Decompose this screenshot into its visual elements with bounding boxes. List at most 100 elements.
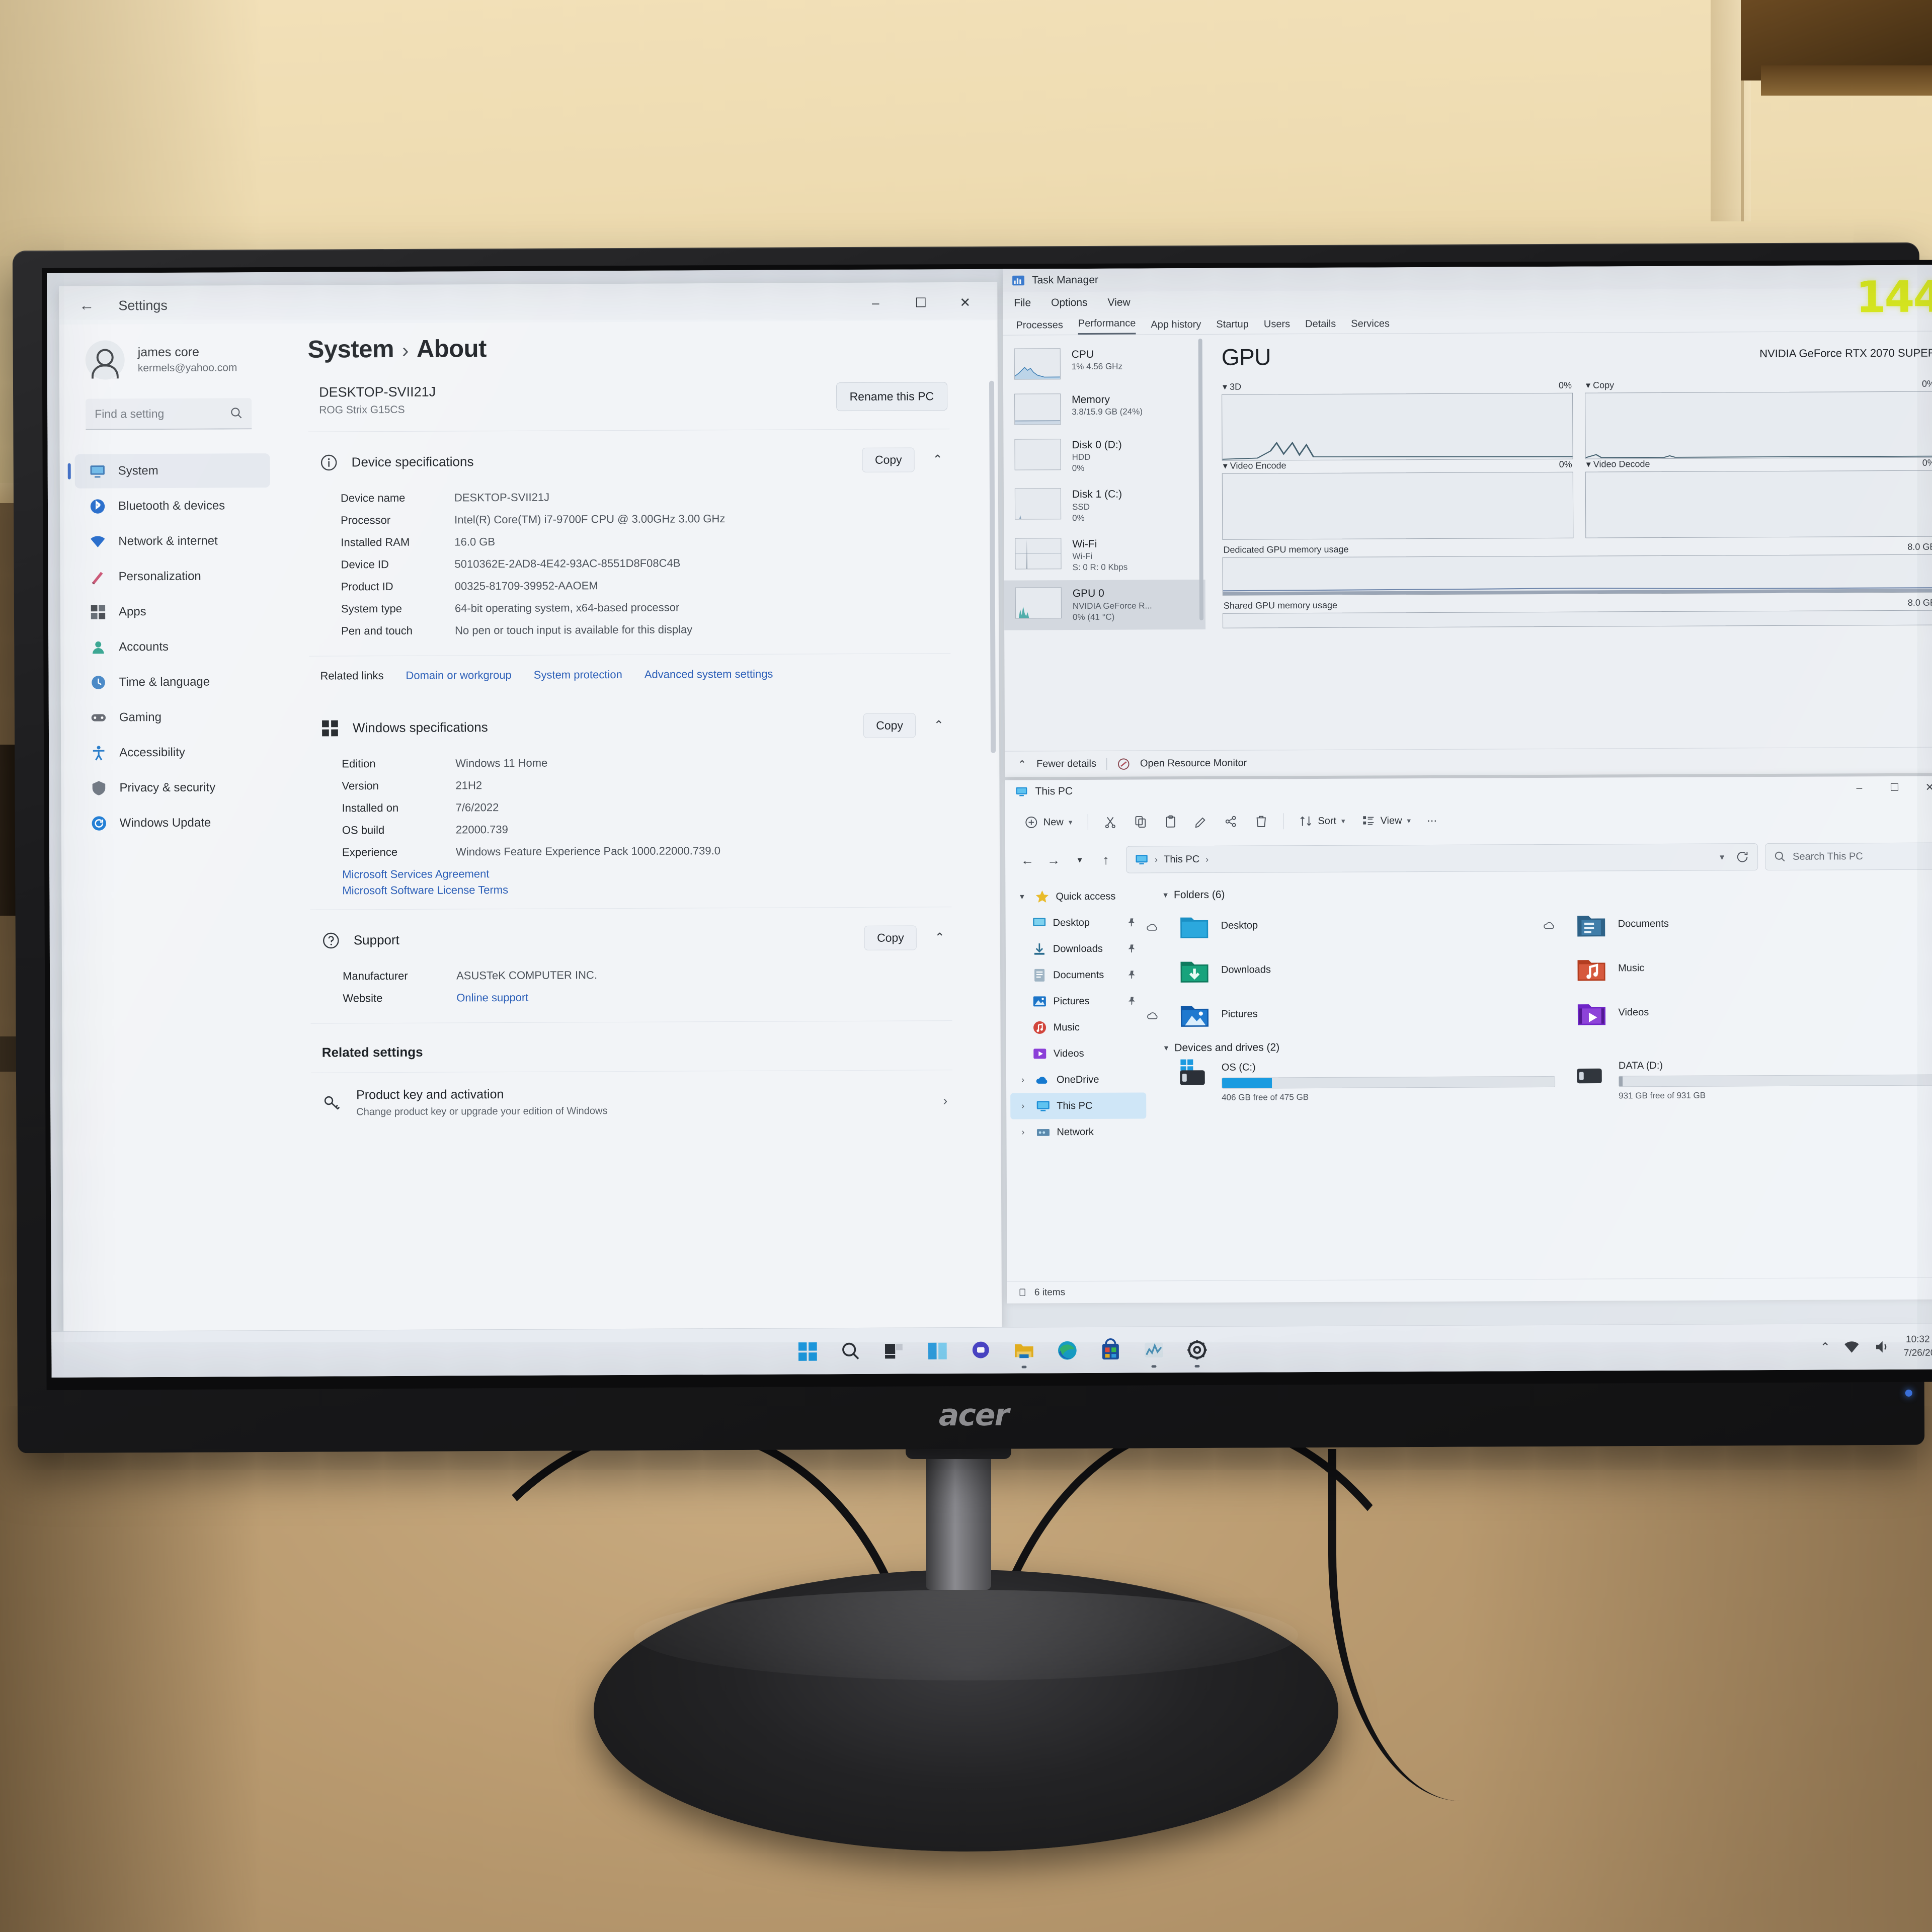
related-setting-product-key[interactable]: Product key and activation Change produc… — [310, 1070, 953, 1129]
resource-item-disk-0-d[interactable]: Disk 0 (D:) HDD 0% — [1003, 431, 1204, 481]
cut-button[interactable] — [1095, 810, 1125, 834]
tab-users[interactable]: Users — [1264, 318, 1290, 334]
widgets-icon[interactable] — [916, 1329, 959, 1373]
paste-button[interactable] — [1155, 810, 1185, 834]
copy-button[interactable] — [1125, 810, 1155, 834]
chat-icon[interactable] — [959, 1329, 1002, 1372]
maximize-button[interactable]: ☐ — [1878, 779, 1910, 796]
back-arrow-icon[interactable]: ← — [79, 297, 99, 314]
folder-item-music[interactable]: Music — [1575, 950, 1932, 985]
tab-performance[interactable]: Performance — [1078, 317, 1136, 335]
folder-item-documents[interactable]: Documents — [1544, 906, 1932, 940]
minimize-button[interactable]: – — [854, 292, 897, 314]
nav-item-downloads[interactable]: Downloads — [1010, 935, 1146, 962]
store-icon[interactable] — [1089, 1328, 1132, 1372]
sidebar-item-network-internet[interactable]: Network & internet — [75, 524, 270, 559]
graph-label[interactable]: ▾ 3D — [1223, 382, 1241, 392]
sidebar-item-privacy-security[interactable]: Privacy & security — [76, 770, 271, 806]
pin-icon[interactable] — [1126, 917, 1138, 928]
link-online-support[interactable]: Online support — [456, 991, 528, 1005]
chevron-right-icon[interactable]: › — [1016, 1101, 1029, 1111]
sidebar-item-accessibility[interactable]: Accessibility — [76, 735, 271, 770]
more-options-button[interactable]: ⋯ — [1419, 809, 1445, 832]
tab-app-history[interactable]: App history — [1151, 319, 1201, 334]
tab-processes[interactable]: Processes — [1016, 319, 1063, 335]
nav-item-music[interactable]: Music — [1010, 1014, 1146, 1040]
new-item-button[interactable]: New ▾ — [1016, 810, 1081, 835]
nav-item-documents[interactable]: Documents — [1010, 961, 1146, 988]
nav-item-pictures[interactable]: Pictures — [1010, 988, 1146, 1014]
nav-item-this-pc[interactable]: › This PC — [1010, 1092, 1147, 1119]
nav-item-onedrive[interactable]: › OneDrive — [1010, 1066, 1146, 1093]
search-icon[interactable] — [829, 1329, 872, 1373]
support-copy-button[interactable]: Copy — [864, 925, 917, 950]
breadcrumb-this-pc[interactable]: This PC — [1164, 853, 1199, 865]
tab-startup[interactable]: Startup — [1216, 319, 1249, 334]
chevron-up-icon[interactable]: ⌃ — [929, 718, 949, 733]
nav-item-network[interactable]: › Network — [1010, 1118, 1146, 1145]
link-microsoft-services-agreement[interactable]: Microsoft Services Agreement — [342, 865, 949, 881]
sort-button[interactable]: Sort ▾ — [1291, 809, 1353, 834]
address-bar[interactable]: › This PC › ▾ — [1125, 843, 1758, 873]
tab-details[interactable]: Details — [1305, 318, 1336, 334]
drive-item-os-c[interactable]: OS (C:) 406 GB free of 475 GB — [1178, 1059, 1556, 1103]
forward-button[interactable]: → — [1040, 847, 1067, 873]
nav-item-desktop[interactable]: Desktop — [1010, 909, 1146, 936]
sidebar-item-accounts[interactable]: Accounts — [75, 629, 271, 665]
link-advanced-system-settings[interactable]: Advanced system settings — [645, 668, 773, 681]
sidebar-item-gaming[interactable]: Gaming — [76, 700, 271, 735]
settings-icon[interactable] — [1175, 1328, 1219, 1371]
breadcrumb-parent[interactable]: System — [308, 336, 394, 363]
resource-item-gpu-0[interactable]: GPU 0 NVIDIA GeForce R... 0% (41 °C) — [1004, 580, 1206, 630]
address-dropdown-icon[interactable]: ▾ — [1720, 852, 1724, 862]
link-domain-or-workgroup[interactable]: Domain or workgroup — [406, 669, 511, 682]
resource-item-disk-1-c[interactable]: Disk 1 (C:) SSD 0% — [1004, 480, 1205, 531]
link-system-protection[interactable]: System protection — [534, 668, 622, 682]
rename-button[interactable] — [1185, 810, 1216, 834]
sidebar-item-time-language[interactable]: Time & language — [75, 665, 271, 700]
folder-item-downloads[interactable]: Downloads — [1178, 952, 1555, 987]
resource-item-cpu[interactable]: CPU 1% 4.56 GHz — [1003, 341, 1204, 387]
minimize-button[interactable]: – — [1843, 779, 1875, 796]
sidebar-item-apps[interactable]: Apps — [75, 594, 271, 629]
tab-services[interactable]: Services — [1351, 318, 1390, 333]
search-input[interactable] — [86, 398, 252, 430]
chevron-right-icon[interactable]: › — [1016, 1127, 1029, 1137]
menu-file[interactable]: File — [1014, 297, 1031, 309]
sidebar-item-windows-update[interactable]: Windows Update — [76, 806, 272, 841]
volume-icon[interactable] — [1874, 1338, 1891, 1355]
close-button[interactable]: ✕ — [1913, 779, 1932, 796]
chevron-down-icon[interactable]: ▾ — [1015, 892, 1028, 902]
tray-expand-chevron-icon[interactable]: ⌃ — [1820, 1340, 1830, 1354]
recent-locations-button[interactable]: ▾ — [1067, 847, 1093, 873]
graph-label[interactable]: ▾ Video Decode — [1586, 459, 1650, 470]
start-icon[interactable] — [786, 1330, 829, 1373]
pin-icon[interactable] — [1126, 996, 1138, 1007]
folder-item-desktop[interactable]: Desktop — [1147, 908, 1555, 942]
device-specs-copy-button[interactable]: Copy — [862, 447, 915, 472]
task-view-icon[interactable] — [872, 1329, 916, 1373]
chevron-right-icon[interactable]: › — [1016, 1075, 1029, 1085]
pin-icon[interactable] — [1126, 970, 1138, 981]
resource-item-memory[interactable]: Memory 3.8/15.9 GB (24%) — [1003, 386, 1204, 432]
refresh-icon[interactable] — [1735, 850, 1749, 864]
folder-item-videos[interactable]: Videos — [1575, 994, 1932, 1029]
resource-item-wi-fi[interactable]: Wi-Fi Wi-Fi S: 0 R: 0 Kbps — [1004, 530, 1205, 581]
nav-item-videos[interactable]: Videos — [1010, 1040, 1146, 1067]
account-card[interactable]: james core kermels@yahoo.com — [59, 326, 280, 380]
delete-button[interactable] — [1246, 809, 1276, 833]
pin-icon[interactable] — [1126, 943, 1138, 954]
windows-specs-copy-button[interactable]: Copy — [863, 713, 916, 738]
link-microsoft-software-license-terms[interactable]: Microsoft Software License Terms — [342, 881, 949, 897]
chevron-up-icon[interactable]: ⌃ — [928, 452, 948, 467]
open-resource-monitor-link[interactable]: Open Resource Monitor — [1140, 758, 1247, 770]
up-button[interactable]: ↑ — [1093, 847, 1119, 873]
folder-item-pictures[interactable]: Pictures — [1147, 996, 1555, 1031]
sidebar-item-system[interactable]: System — [74, 453, 270, 489]
back-button[interactable]: ← — [1014, 847, 1040, 873]
file-explorer-icon[interactable] — [1002, 1329, 1045, 1372]
nav-group-quick-access[interactable]: ▾ Quick access — [1009, 883, 1145, 910]
folders-group-header[interactable]: ▾ Folders (6) — [1163, 886, 1932, 901]
menu-view[interactable]: View — [1107, 297, 1130, 309]
rename-pc-button[interactable]: Rename this PC — [836, 382, 948, 412]
